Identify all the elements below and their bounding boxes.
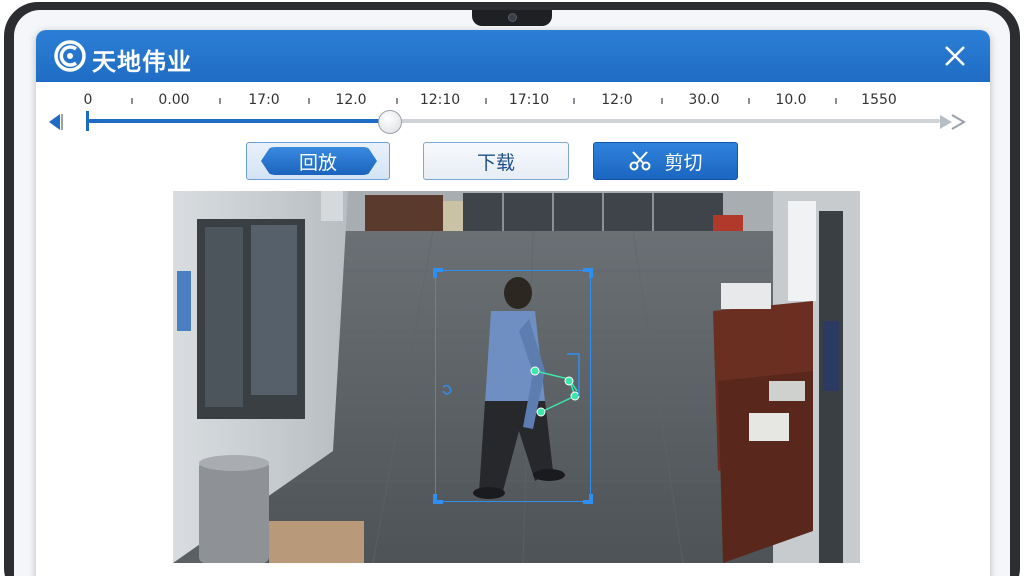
tick-label: 10.0 [775, 92, 807, 108]
tick-label: 12.0 [335, 92, 367, 108]
timeline-progress [88, 119, 391, 123]
timeline-minor-tick [747, 98, 750, 104]
app-window: 天地伟业 0 0.00 17:0 12.0 12:10 17:10 12:0 3… [36, 30, 990, 576]
timeline-minor-tick [660, 98, 663, 104]
tick-label: 17:0 [248, 92, 280, 108]
tick-label: 12:10 [419, 92, 461, 108]
cut-button-label: 剪切 [664, 151, 703, 174]
person-detection-box [433, 268, 593, 504]
download-button-label: 下载 [476, 151, 515, 174]
download-button[interactable]: 下载 [423, 142, 569, 180]
camera-lens [508, 13, 517, 22]
tiandy-logo-icon [54, 40, 86, 72]
timeline-minor-tick [573, 98, 575, 104]
tick-label: 17:10 [508, 92, 550, 108]
tick-label: 0.00 [158, 92, 190, 108]
timeline-scrubber[interactable] [378, 110, 403, 134]
detect-corner [583, 494, 593, 504]
timeline-minor-tick [219, 98, 221, 104]
replay-button-label: 回放 [298, 151, 337, 174]
timeline-tick-labels: 0 0.00 17:0 12.0 12:10 17:10 12:0 30.0 1… [36, 92, 990, 112]
close-icon[interactable] [942, 43, 968, 69]
tick-label: 0 [83, 92, 93, 108]
timeline-minor-tick [395, 98, 398, 104]
replay-button[interactable]: 回放 [246, 142, 390, 180]
arrow-right-icon[interactable] [938, 112, 968, 132]
tick-label: 12:0 [601, 92, 633, 108]
timeline-minor-tick [307, 98, 310, 104]
timeline-minor-tick [131, 98, 133, 104]
timeline-minor-tick [835, 98, 837, 104]
detect-corner [433, 494, 443, 504]
title-bar: 天地伟业 [36, 30, 990, 82]
app-title: 天地伟业 [92, 48, 192, 76]
tick-label: 30.0 [688, 92, 720, 108]
detect-corner [433, 268, 443, 278]
scissors-icon [629, 151, 651, 171]
video-player[interactable] [173, 191, 860, 563]
detect-corner [583, 268, 593, 278]
cut-button[interactable]: 剪切 [593, 142, 738, 180]
tick-label: 1550 [861, 92, 897, 108]
timeline-minor-tick [484, 98, 487, 104]
camera-notch [472, 10, 552, 26]
arrow-left-icon[interactable] [46, 112, 64, 132]
timeline-start-marker [86, 111, 89, 131]
